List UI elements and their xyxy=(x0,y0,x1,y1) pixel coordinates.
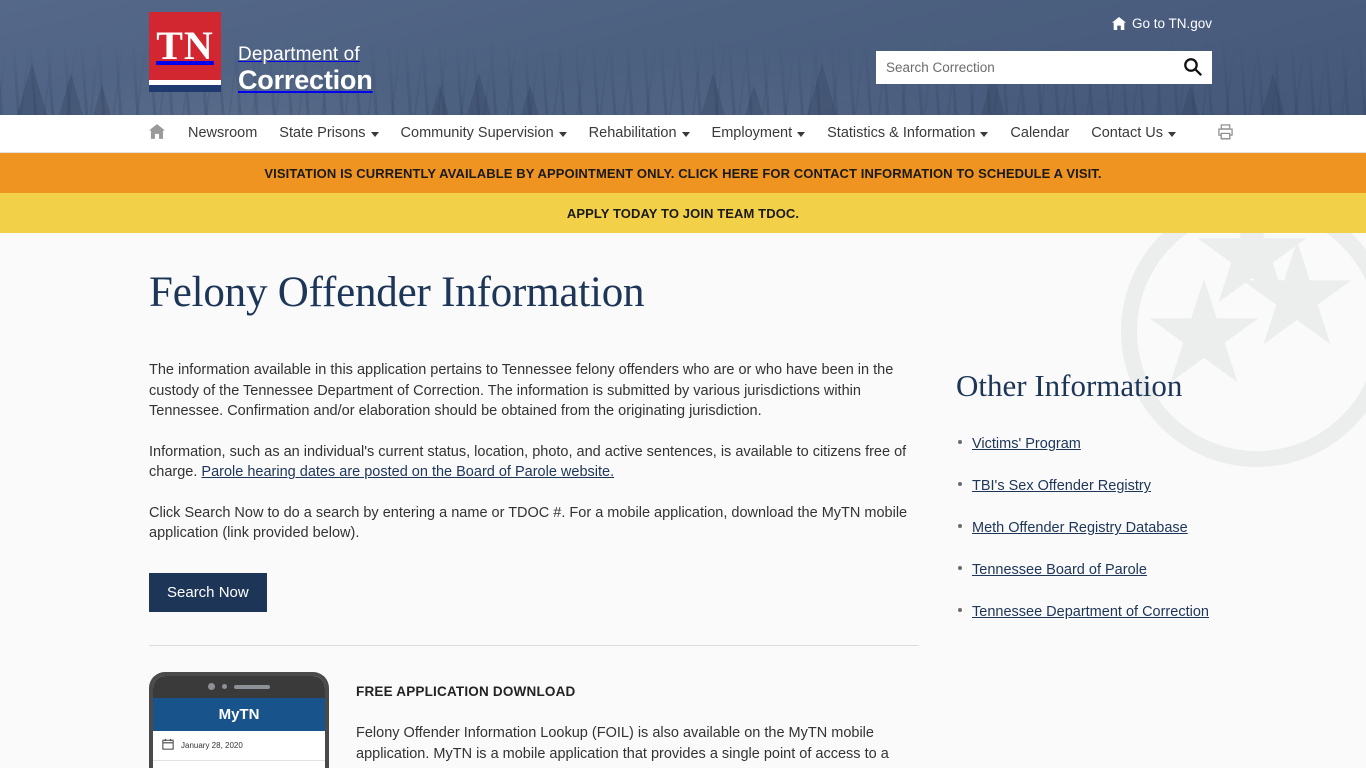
sidebar-link-tbi-sex-offender-registry[interactable]: TBI's Sex Offender Registry xyxy=(972,478,1151,494)
mobile-app-description: Felony Offender Information Lookup (FOIL… xyxy=(356,724,889,768)
phone-camera-icon xyxy=(208,683,215,691)
list-item: TBI's Sex Offender Registry xyxy=(956,474,1216,498)
nav-item-newsroom[interactable]: Newsroom xyxy=(177,126,268,141)
recruiting-alert-banner[interactable]: APPLY TODAY TO JOIN TEAM TDOC. xyxy=(0,193,1366,233)
nav-items-container: Newsroom State Prisons Community Supervi… xyxy=(0,115,1366,152)
go-to-tn-gov-label: Go to TN.gov xyxy=(1131,16,1212,31)
phone-date-text: January 28, 2020 xyxy=(181,740,243,750)
nav-label: Employment xyxy=(711,125,793,142)
nav-label: State Prisons xyxy=(279,125,366,142)
home-icon xyxy=(1111,17,1126,30)
phone-list-row xyxy=(153,761,325,768)
site-header: TN Department of Correction Go to TN.gov xyxy=(0,0,1366,115)
search-input[interactable] xyxy=(876,51,1172,84)
phone-mockup-image: MyTN January 28, 2020 xyxy=(149,671,329,768)
chevron-down-icon xyxy=(1168,132,1176,137)
phone-sensor-icon xyxy=(222,684,227,690)
search-instructions-paragraph: Click Search Now to do a search by enter… xyxy=(149,504,908,542)
printer-icon xyxy=(1217,124,1234,143)
page-title: Felony Offender Information xyxy=(149,269,645,316)
main-column: The information available in this applic… xyxy=(149,360,931,768)
nav-label: Rehabilitation xyxy=(588,125,677,142)
chevron-down-icon xyxy=(558,132,567,137)
list-item: Tennessee Board of Parole xyxy=(956,558,1216,582)
go-to-tn-gov-link[interactable]: Go to TN.gov xyxy=(1111,16,1212,31)
section-divider xyxy=(149,644,919,646)
nav-label: Contact Us xyxy=(1091,125,1163,142)
tn-logo-abbr: TN xyxy=(149,12,221,80)
site-logo-link[interactable]: TN Department of Correction xyxy=(149,12,373,94)
nav-label: Statistics & Information xyxy=(827,125,976,142)
phone-app-title: MyTN xyxy=(153,697,325,731)
nav-item-community-supervision[interactable]: Community Supervision xyxy=(390,126,578,141)
search-submit-button[interactable] xyxy=(1172,51,1212,84)
logo-navy-bar xyxy=(149,85,221,92)
print-page-button[interactable] xyxy=(1217,124,1234,143)
visitation-alert-text: VISITATION IS CURRENTLY AVAILABLE BY APP… xyxy=(264,165,1102,181)
search-icon xyxy=(1183,57,1202,79)
content-columns: The information available in this applic… xyxy=(149,360,1216,768)
free-application-download-heading: FREE APPLICATION DOWNLOAD xyxy=(356,683,576,699)
nav-item-contact-us[interactable]: Contact Us xyxy=(1080,126,1187,141)
site-search xyxy=(876,51,1212,84)
sidebar-link-board-of-parole[interactable]: Tennessee Board of Parole xyxy=(972,562,1147,578)
list-item: Meth Offender Registry Database xyxy=(956,516,1216,540)
intro-paragraph: The information available in this applic… xyxy=(149,362,894,420)
sidebar-link-list: Victims' Program TBI's Sex Offender Regi… xyxy=(956,432,1216,624)
sidebar-link-meth-offender-registry[interactable]: Meth Offender Registry Database xyxy=(972,520,1188,536)
list-item: Tennessee Department of Correction xyxy=(956,600,1216,624)
visitation-alert-banner[interactable]: VISITATION IS CURRENTLY AVAILABLE BY APP… xyxy=(0,153,1366,193)
recruiting-alert-text: APPLY TODAY TO JOIN TEAM TDOC. xyxy=(566,205,800,221)
page-body: Felony Offender Information The informat… xyxy=(0,233,1366,768)
agency-line-2: Correction xyxy=(238,64,373,95)
nav-label: Calendar xyxy=(1010,125,1070,142)
mobile-app-copy: FREE APPLICATION DOWNLOAD Felony Offende… xyxy=(356,672,931,768)
mobile-app-section: MyTN January 28, 2020 FREE APPLICATION D… xyxy=(149,671,931,768)
chevron-down-icon xyxy=(797,132,806,137)
chevron-down-icon xyxy=(681,132,690,137)
nav-item-home[interactable] xyxy=(149,124,177,143)
phone-date-row: January 28, 2020 xyxy=(153,731,325,761)
agency-name: Department of Correction xyxy=(238,12,373,95)
chevron-down-icon xyxy=(370,132,379,137)
home-icon xyxy=(149,124,165,143)
nav-item-rehabilitation[interactable]: Rehabilitation xyxy=(578,126,701,141)
agency-line-1: Department of xyxy=(238,44,360,65)
nav-item-employment[interactable]: Employment xyxy=(701,126,817,141)
nav-item-statistics-information[interactable]: Statistics & Information xyxy=(816,126,999,141)
sidebar-link-victims-program[interactable]: Victims' Program xyxy=(972,436,1081,452)
list-item: Victims' Program xyxy=(956,432,1216,456)
sidebar-title: Other Information xyxy=(956,368,1183,404)
nav-item-state-prisons[interactable]: State Prisons xyxy=(268,126,389,141)
availability-paragraph: Information, such as an individual's cur… xyxy=(149,442,931,483)
sidebar-link-department-of-correction[interactable]: Tennessee Department of Correction xyxy=(972,604,1209,620)
nav-item-calendar[interactable]: Calendar xyxy=(999,126,1080,141)
nav-label: Community Supervision xyxy=(400,125,554,142)
other-information-sidebar: Other Information Victims' Program TBI's… xyxy=(956,360,1216,768)
search-now-button[interactable]: Search Now xyxy=(149,572,267,612)
chevron-down-icon xyxy=(980,132,989,137)
parole-hearing-dates-link[interactable]: Parole hearing dates are posted on the B… xyxy=(201,464,614,480)
phone-speaker-icon xyxy=(234,684,270,689)
main-navigation: Newsroom State Prisons Community Supervi… xyxy=(0,115,1366,153)
tn-state-logo: TN xyxy=(149,12,221,92)
calendar-icon xyxy=(162,738,174,752)
content-wrapper: Felony Offender Information The informat… xyxy=(0,233,1366,768)
phone-top-bezel xyxy=(153,675,325,698)
nav-label: Newsroom xyxy=(188,125,258,142)
